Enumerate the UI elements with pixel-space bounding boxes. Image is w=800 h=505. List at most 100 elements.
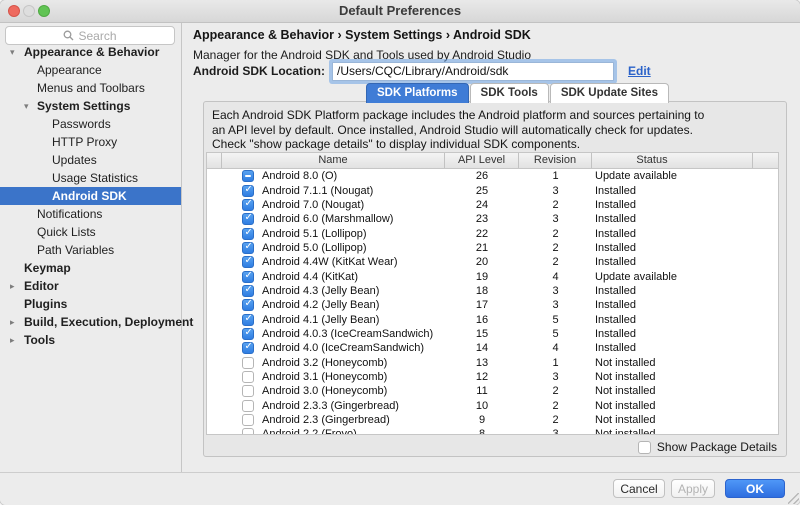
row-checkbox-checked[interactable] [242,284,254,297]
row-checkbox-unchecked[interactable] [242,356,254,369]
resize-grip-icon[interactable] [788,493,799,504]
zoom-button[interactable] [38,5,50,17]
sidebar-item-quick-lists[interactable]: Quick Lists [0,223,181,241]
row-checkbox-unchecked[interactable] [242,399,254,412]
sidebar-item-tools[interactable]: ▸ Tools [0,331,181,349]
chevron-down-icon[interactable]: ▾ [10,43,15,61]
status-cell: Not installed [595,399,656,412]
table-row[interactable]: Android 2.3.3 (Gingerbread) 10 2 Not instal… [207,399,778,413]
table-row[interactable]: Android 3.0 (Honeycomb) 11 2 Not installed [207,384,778,398]
table-row[interactable]: Android 6.0 (Marshmallow) 23 3 Installed [207,212,778,226]
sidebar-item-label: Tools [24,333,56,347]
row-checkbox-unchecked[interactable] [242,370,254,383]
table-row[interactable]: Android 2.2 (Froyo) 83Not installed [207,427,778,434]
sidebar-item-updates[interactable]: Updates [0,151,181,169]
close-button[interactable] [8,5,20,17]
sidebar-item-build-execution-deployment[interactable]: ▸ Build, Execution, Deployment [0,313,193,331]
package-name: Android 4.1 (Jelly Bean) [262,313,380,326]
sdk-location-label: Android SDK Location: [193,64,325,78]
row-checkbox-checked[interactable] [242,198,254,211]
tab-sdk-tools[interactable]: SDK Tools [469,83,549,103]
sdk-location-input[interactable] [332,61,614,81]
row-checkbox-checked[interactable] [242,342,254,355]
table-row[interactable]: Android 4.3 (Jelly Bean) 18 3 Installed [207,284,778,298]
row-checkbox-checked[interactable] [242,256,254,269]
row-checkbox-checked[interactable] [242,184,254,197]
table-row[interactable]: Android 5.1 (Lollipop)222Installed [207,226,778,240]
column-header-api-level[interactable]: API Level [445,153,519,168]
sidebar-item-usage-statistics[interactable]: Usage Statistics [0,169,181,187]
sidebar-item-android-sdk[interactable]: Android SDK [0,187,181,205]
sidebar-item-system-settings[interactable]: ▾ System Settings [0,97,181,115]
sidebar-item-notifications[interactable]: Notifications [0,205,181,223]
table-row[interactable]: Android 4.2 (Jelly Bean) 17 3 Installed [207,298,778,312]
titlebar[interactable]: Default Preferences [0,0,800,23]
chevron-right-icon[interactable]: ▸ [10,277,15,295]
sidebar-item-passwords[interactable]: Passwords [0,115,181,133]
table-row[interactable]: Android 4.4W (KitKat Wear) 20 2 Installed [207,255,778,269]
sidebar-item-menus-and-toolbars[interactable]: Menus and Toolbars [0,79,181,97]
sidebar-item-plugins[interactable]: Plugins [0,295,181,313]
column-header-empty [207,153,222,168]
row-checkbox-checked[interactable] [242,241,254,254]
revision-cell: 1 [552,356,559,369]
chevron-down-icon[interactable]: ▾ [24,97,29,115]
package-name: Android 7.0 (Nougat) [262,198,365,211]
status-cell: Installed [595,327,636,340]
sidebar-item-editor[interactable]: ▸ Editor [0,277,181,295]
minimize-button[interactable] [23,5,35,17]
row-checkbox-unchecked[interactable] [242,385,254,398]
sidebar-item-keymap[interactable]: Keymap [0,259,181,277]
row-checkbox-partial[interactable] [242,170,254,183]
status-cell: Not installed [595,370,656,383]
table-row[interactable]: Android 4.1 (Jelly Bean) 16 5 Installed [207,312,778,326]
packages-table: Name API Level Revision Status Android 8.0 … [206,152,779,435]
show-package-details-checkbox[interactable] [637,440,651,454]
revision-cell: 2 [552,256,559,269]
row-checkbox-checked[interactable] [242,313,254,326]
sidebar-item-label: Appearance [37,63,102,77]
sidebar-item-label: Updates [52,153,97,167]
breadcrumb: Appearance & Behavior › System Settings … [193,28,531,42]
table-row[interactable]: Android 7.1.1 (Nougat) 25 3 Installed [207,183,778,197]
table-row[interactable]: Android 2.3 (Gingerbread) 9 2 Not installed [207,413,778,427]
apply-button[interactable]: Apply [671,479,715,498]
search-placeholder: Search [78,28,117,43]
table-row[interactable]: Android 8.0 (O) 26 1 Update available [207,169,778,183]
table-row[interactable]: Android 4.0 (IceCreamSandwich) 14 4 Install… [207,341,778,355]
description-line: Each Android SDK Platform package includ… [212,108,705,122]
row-checkbox-checked[interactable] [242,327,254,340]
tab-sdk-platforms[interactable]: SDK Platforms [366,83,469,103]
tab-sdk-update-sites[interactable]: SDK Update Sites [549,83,669,103]
cancel-button[interactable]: Cancel [613,479,665,498]
row-checkbox-unchecked[interactable] [242,428,254,434]
column-header-name[interactable]: Name [222,153,445,168]
chevron-right-icon[interactable]: ▸ [10,313,15,331]
sidebar-item-appearance[interactable]: Appearance [0,61,181,79]
sidebar-item-label: Usage Statistics [52,171,139,185]
chevron-right-icon[interactable]: ▸ [10,331,15,349]
table-row[interactable]: Android 4.0.3 (IceCreamSandwich) 15 5 Insta… [207,327,778,341]
sidebar-item-path-variables[interactable]: Path Variables [0,241,181,259]
row-checkbox-checked[interactable] [242,270,254,283]
sidebar-item-appearance-behavior[interactable]: ▾ Appearance & Behavior [0,43,181,61]
sidebar-item-http-proxy[interactable]: HTTP Proxy [0,133,181,151]
column-header-revision[interactable]: Revision [519,153,592,168]
name-cell: Android 4.0 (IceCreamSandwich) [222,342,445,355]
api-level-cell: 19 [475,270,489,283]
table-row[interactable]: Android 4.4 (KitKat) 19 4 Update available [207,269,778,283]
ok-button[interactable]: OK [725,479,785,498]
table-row[interactable]: Android 7.0 (Nougat) 24 2 Installed [207,198,778,212]
row-checkbox-unchecked[interactable] [242,414,254,427]
api-level-cell: 24 [475,198,489,211]
table-row[interactable]: Android 3.1 (Honeycomb) 12 3 Not installed [207,370,778,384]
revision-cell: 2 [552,198,559,211]
edit-link[interactable]: Edit [628,64,651,78]
row-checkbox-checked[interactable] [242,299,254,312]
table-row[interactable]: Android 3.2 (Honeycomb) 13 1 Not installed [207,355,778,369]
column-header-status[interactable]: Status [592,153,753,168]
row-checkbox-checked[interactable] [242,213,254,226]
table-row[interactable]: Android 5.0 (Lollipop) 21 2 Installed [207,241,778,255]
status-cell: Installed [595,284,636,297]
row-checkbox-checked[interactable] [242,227,254,240]
